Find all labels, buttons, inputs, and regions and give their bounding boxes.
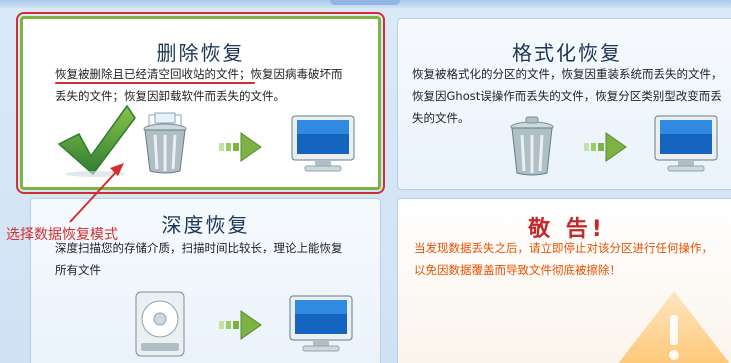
annotation-label: 选择数据恢复模式: [6, 227, 118, 243]
annotation-arrow: [69, 163, 124, 223]
